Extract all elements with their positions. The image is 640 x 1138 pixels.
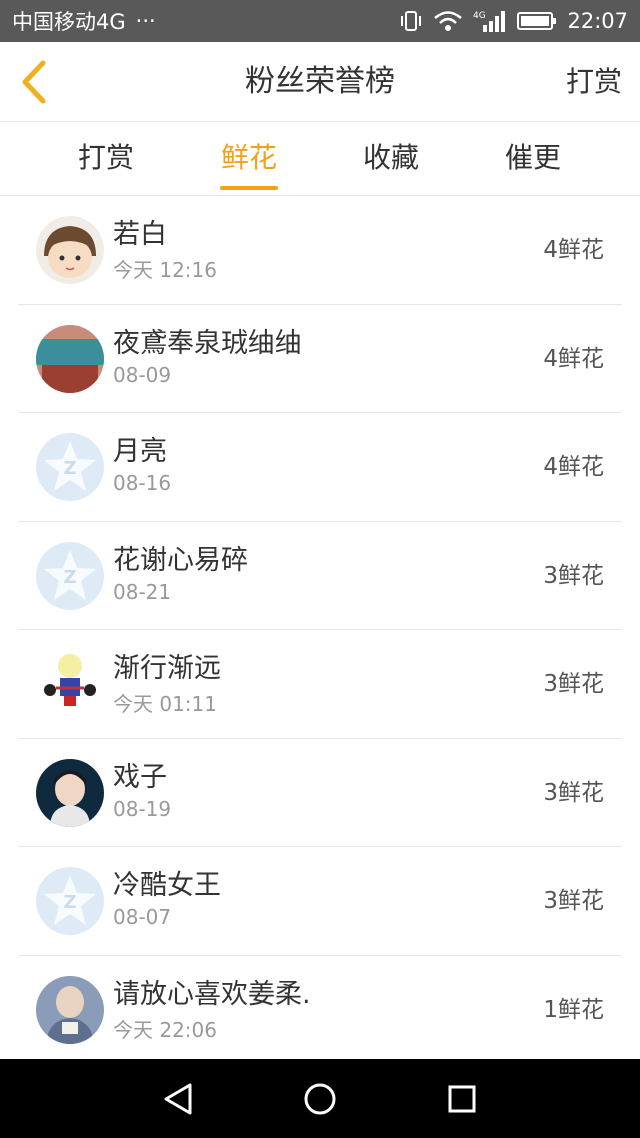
vibrate-icon bbox=[399, 10, 423, 32]
flower-count: 3鲜花 bbox=[543, 779, 604, 806]
fan-time: 08-21 bbox=[113, 579, 172, 604]
tab-urge[interactable]: 催更 bbox=[478, 122, 588, 196]
list-item[interactable]: 请放心喜欢姜柔. 今天 22:06 1鲜花 bbox=[18, 956, 622, 1065]
fan-list: 若白 今天 12:16 4鲜花 夜鳶奉泉珬䌷䌷 08-09 4鲜花 Z 月亮 0… bbox=[18, 196, 622, 1064]
nav-back-button[interactable] bbox=[156, 1077, 200, 1121]
active-tab-indicator bbox=[220, 186, 278, 190]
cartoon-boy-avatar bbox=[36, 216, 104, 284]
fan-name: 冷酷女王 bbox=[113, 870, 221, 901]
signal-icon: 4G bbox=[473, 9, 507, 33]
square-recents-icon bbox=[448, 1085, 476, 1113]
fan-time: 08-16 bbox=[113, 471, 172, 495]
svg-text:Z: Z bbox=[63, 458, 76, 479]
nav-home-button[interactable] bbox=[298, 1077, 342, 1121]
flower-count: 3鲜花 bbox=[543, 888, 604, 914]
chevron-left-icon bbox=[22, 60, 46, 104]
fan-time: 08-07 bbox=[113, 905, 172, 929]
default-star-avatar: Z bbox=[36, 541, 104, 610]
wifi-icon bbox=[433, 10, 463, 32]
flower-count: 4鲜花 bbox=[543, 345, 604, 372]
fan-time: 08-09 bbox=[113, 362, 172, 387]
flower-count: 3鲜花 bbox=[543, 562, 604, 589]
fan-name: 夜鳶奉泉珬䌷䌷 bbox=[113, 327, 302, 359]
tab-reward[interactable]: 打赏 bbox=[51, 122, 161, 196]
tab-bar: 打赏 鲜花 收藏 催更 bbox=[0, 122, 640, 196]
fan-name: 花谢心易碎 bbox=[113, 544, 248, 576]
tab-label: 打赏 bbox=[77, 141, 134, 174]
status-right: 4G 22:07 bbox=[399, 9, 628, 33]
clock-label: 22:07 bbox=[567, 9, 628, 33]
battery-icon bbox=[517, 11, 557, 31]
list-item[interactable]: Z 冷酷女王 08-07 3鲜花 bbox=[18, 847, 622, 956]
list-item[interactable]: Z 花谢心易碎 08-21 3鲜花 bbox=[18, 522, 622, 630]
reward-button[interactable]: 打赏 bbox=[566, 42, 622, 122]
list-item[interactable]: 戏子 08-19 3鲜花 bbox=[18, 739, 622, 847]
fan-name: 戏子 bbox=[113, 761, 167, 793]
status-dots: ··· bbox=[135, 9, 156, 33]
flower-count: 4鲜花 bbox=[543, 237, 604, 263]
status-left: 中国移动4G ··· bbox=[12, 6, 156, 36]
tab-label: 鲜花 bbox=[220, 141, 277, 174]
default-star-avatar: Z bbox=[36, 433, 104, 501]
list-item[interactable]: 夜鳶奉泉珬䌷䌷 08-09 4鲜花 bbox=[18, 305, 622, 413]
photo-avatar bbox=[36, 324, 104, 393]
fan-name: 若白 bbox=[113, 219, 167, 250]
tab-collect[interactable]: 收藏 bbox=[336, 122, 446, 196]
fan-name: 渐行渐远 bbox=[113, 653, 221, 684]
fan-time: 08-19 bbox=[113, 796, 172, 821]
flower-count: 1鲜花 bbox=[543, 996, 604, 1023]
fan-name: 请放心喜欢姜柔. bbox=[113, 978, 311, 1010]
fan-time: 今天 22:06 bbox=[113, 1017, 217, 1042]
fan-time: 今天 12:16 bbox=[113, 258, 217, 282]
default-star-avatar: Z bbox=[36, 867, 104, 935]
carrier-label: 中国移动4G bbox=[12, 10, 126, 34]
portrait-avatar bbox=[36, 758, 104, 827]
fan-time: 今天 01:11 bbox=[113, 692, 217, 716]
network-type-label: 4G bbox=[473, 11, 486, 21]
circle-home-icon bbox=[304, 1083, 336, 1115]
page-title: 粉丝荣誉榜 bbox=[245, 64, 395, 99]
nav-recents-button[interactable] bbox=[440, 1077, 484, 1121]
back-button[interactable] bbox=[14, 58, 54, 106]
svg-text:Z: Z bbox=[63, 892, 76, 913]
tab-flowers[interactable]: 鲜花 bbox=[194, 122, 304, 196]
title-bar: 粉丝荣誉榜 打赏 bbox=[0, 42, 640, 122]
list-item[interactable]: Z 月亮 08-16 4鲜花 bbox=[18, 413, 622, 522]
triangle-back-icon bbox=[164, 1083, 192, 1115]
svg-text:Z: Z bbox=[63, 567, 76, 588]
photo-avatar bbox=[36, 975, 104, 1044]
flower-count: 4鲜花 bbox=[543, 454, 604, 480]
cartoon-figure-avatar bbox=[36, 650, 104, 718]
flower-count: 3鲜花 bbox=[543, 671, 604, 697]
list-item[interactable]: 若白 今天 12:16 4鲜花 bbox=[18, 196, 622, 305]
list-item[interactable]: 渐行渐远 今天 01:11 3鲜花 bbox=[18, 630, 622, 739]
system-nav-bar bbox=[0, 1059, 640, 1138]
fan-name: 月亮 bbox=[113, 436, 167, 467]
tab-label: 收藏 bbox=[362, 141, 419, 174]
tab-label: 催更 bbox=[504, 141, 561, 174]
status-bar: 中国移动4G ··· 4G 22:07 bbox=[0, 0, 640, 42]
